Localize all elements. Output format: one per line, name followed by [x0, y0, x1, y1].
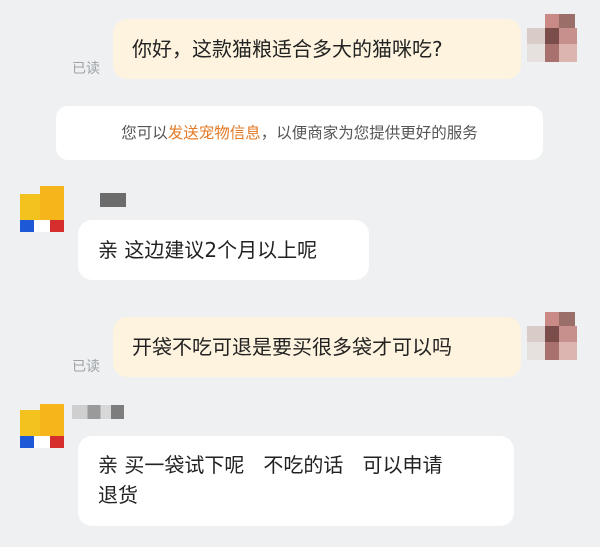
message-text-line: 退货	[98, 483, 138, 507]
message-bubble-user: 开袋不吃可退是要买很多袋才可以吗	[113, 317, 521, 377]
read-status: 已读	[72, 359, 100, 375]
merchant-avatar[interactable]	[20, 186, 78, 246]
message-bubble-merchant: 亲 这边建议2个月以上呢	[78, 220, 369, 280]
message-text: 亲 这边建议2个月以上呢	[98, 238, 318, 262]
merchant-avatar[interactable]	[20, 404, 78, 464]
send-pet-info-link[interactable]: 发送宠物信息	[168, 124, 261, 142]
notice-prefix: 您可以	[121, 124, 168, 142]
message-text: 你好，这款猫粮适合多大的猫咪吃?	[132, 37, 443, 61]
user-avatar[interactable]	[527, 312, 585, 372]
system-notice: 您可以发送宠物信息，以便商家为您提供更好的服务	[56, 106, 543, 160]
merchant-name	[72, 405, 124, 419]
message-bubble-merchant: 亲 买一袋试下呢 不吃的话 可以申请 退货	[78, 436, 514, 526]
notice-suffix: ，以便商家为您提供更好的服务	[260, 124, 478, 142]
message-bubble-user: 你好，这款猫粮适合多大的猫咪吃?	[113, 19, 521, 79]
message-text-line: 亲 买一袋试下呢 不吃的话 可以申请	[98, 453, 443, 477]
read-status: 已读	[72, 61, 100, 77]
user-avatar[interactable]	[527, 14, 585, 74]
merchant-name	[100, 193, 126, 207]
message-text: 开袋不吃可退是要买很多袋才可以吗	[132, 335, 452, 359]
